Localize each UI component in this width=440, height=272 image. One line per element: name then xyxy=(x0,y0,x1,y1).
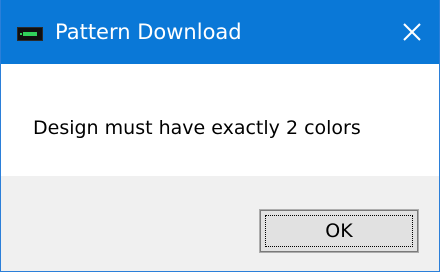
ok-button[interactable]: OK xyxy=(259,209,419,253)
app-icon-indicator xyxy=(20,33,22,35)
dialog-title: Pattern Download xyxy=(55,20,242,44)
ok-button-label: OK xyxy=(325,220,353,242)
message-dialog: Pattern Download Design must have exactl… xyxy=(0,0,440,272)
dialog-footer: OK xyxy=(1,176,439,271)
dialog-message: Design must have exactly 2 colors xyxy=(33,117,361,139)
close-button[interactable] xyxy=(387,0,439,64)
app-icon xyxy=(17,27,43,41)
close-icon xyxy=(403,23,421,41)
app-icon-bar xyxy=(23,32,37,36)
title-bar[interactable]: Pattern Download xyxy=(1,0,439,64)
dialog-content: Design must have exactly 2 colors xyxy=(1,64,439,176)
